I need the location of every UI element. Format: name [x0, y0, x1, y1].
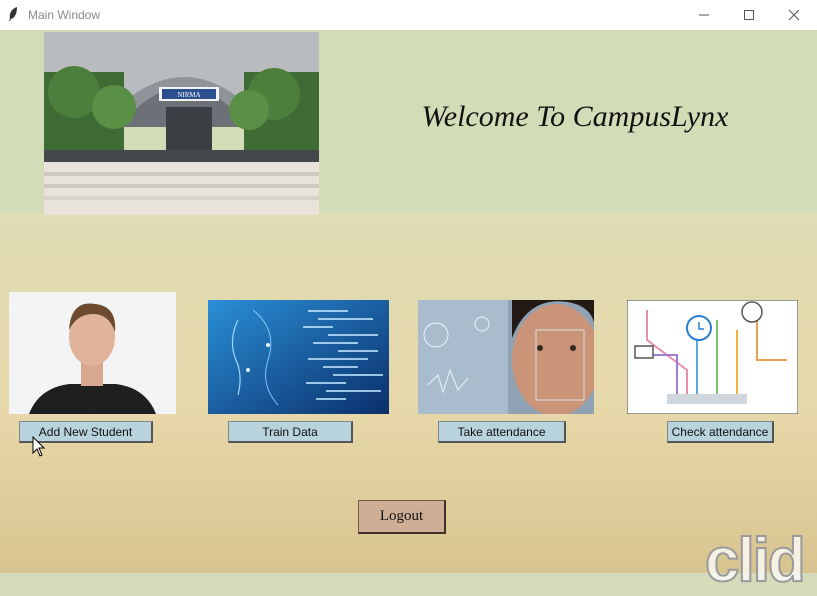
window-title: Main Window [28, 8, 101, 22]
add-student-image[interactable]: . [9, 292, 176, 414]
welcome-heading: Welcome To CampusLynx [421, 100, 729, 133]
feather-icon [7, 6, 19, 27]
minimize-button[interactable] [681, 0, 727, 30]
maximize-button[interactable] [726, 0, 772, 30]
take-attendance-image[interactable] [418, 300, 594, 414]
train-data-image[interactable] [208, 300, 389, 414]
hero-sign-text: NIRMA [177, 91, 200, 99]
train-data-button[interactable]: Train Data [228, 421, 353, 443]
logout-button[interactable]: Logout [358, 500, 446, 534]
mouse-cursor-icon [32, 435, 46, 463]
svg-text:.: . [91, 406, 92, 411]
video-watermark: clid [704, 525, 807, 596]
window-titlebar[interactable]: Main Window [0, 0, 817, 30]
minimize-icon [699, 14, 709, 16]
check-attendance-button[interactable]: Check attendance [667, 421, 774, 443]
close-icon [788, 9, 800, 21]
check-attendance-image[interactable] [627, 300, 798, 414]
campus-hero-image: NIRMA [44, 32, 319, 215]
take-attendance-button[interactable]: Take attendance [438, 421, 566, 443]
maximize-icon [744, 10, 754, 20]
close-button[interactable] [771, 0, 817, 30]
